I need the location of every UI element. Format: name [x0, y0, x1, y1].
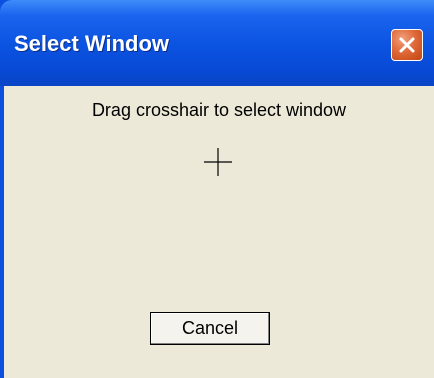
title-bar[interactable]: Select Window	[0, 0, 434, 86]
close-button[interactable]	[391, 29, 423, 61]
cancel-button[interactable]: Cancel	[150, 312, 270, 345]
instruction-text: Drag crosshair to select window	[91, 100, 347, 120]
select-window-dialog: Select Window Drag crosshair to select w…	[0, 0, 434, 378]
window-title: Select Window	[14, 31, 170, 56]
crosshair-icon[interactable]	[203, 147, 233, 177]
close-icon	[399, 37, 415, 53]
dialog-body: Drag crosshair to select window Cancel	[4, 86, 434, 378]
